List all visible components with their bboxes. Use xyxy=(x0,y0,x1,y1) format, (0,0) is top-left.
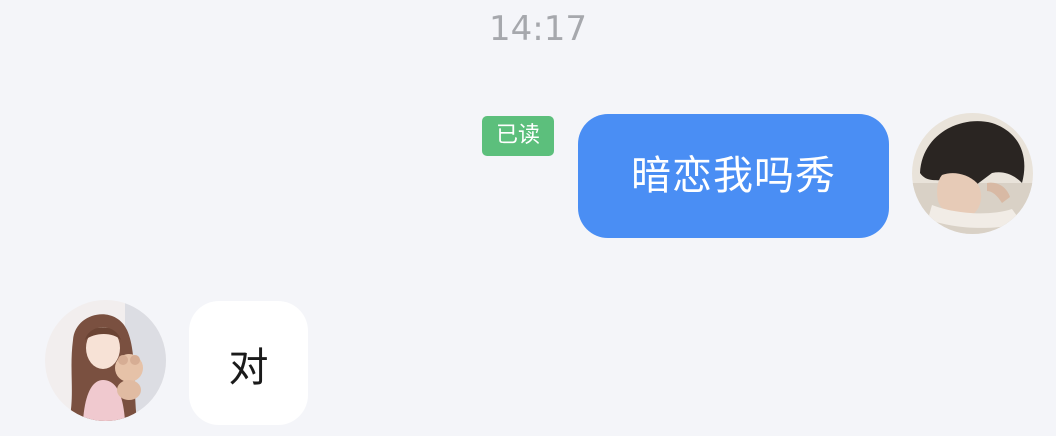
incoming-message-bubble[interactable]: 对 xyxy=(189,301,308,425)
girl-photo-icon xyxy=(45,300,166,421)
chat-view: 14:17 已读 暗恋我吗秀 对 xyxy=(0,0,1056,436)
outgoing-message-bubble[interactable]: 暗恋我吗秀 xyxy=(578,114,889,238)
message-timestamp: 14:17 xyxy=(489,9,587,49)
contact-avatar[interactable] xyxy=(45,300,166,421)
read-status-badge: 已读 xyxy=(482,116,554,156)
my-avatar[interactable] xyxy=(912,113,1033,234)
boy-photo-icon xyxy=(912,113,1033,234)
